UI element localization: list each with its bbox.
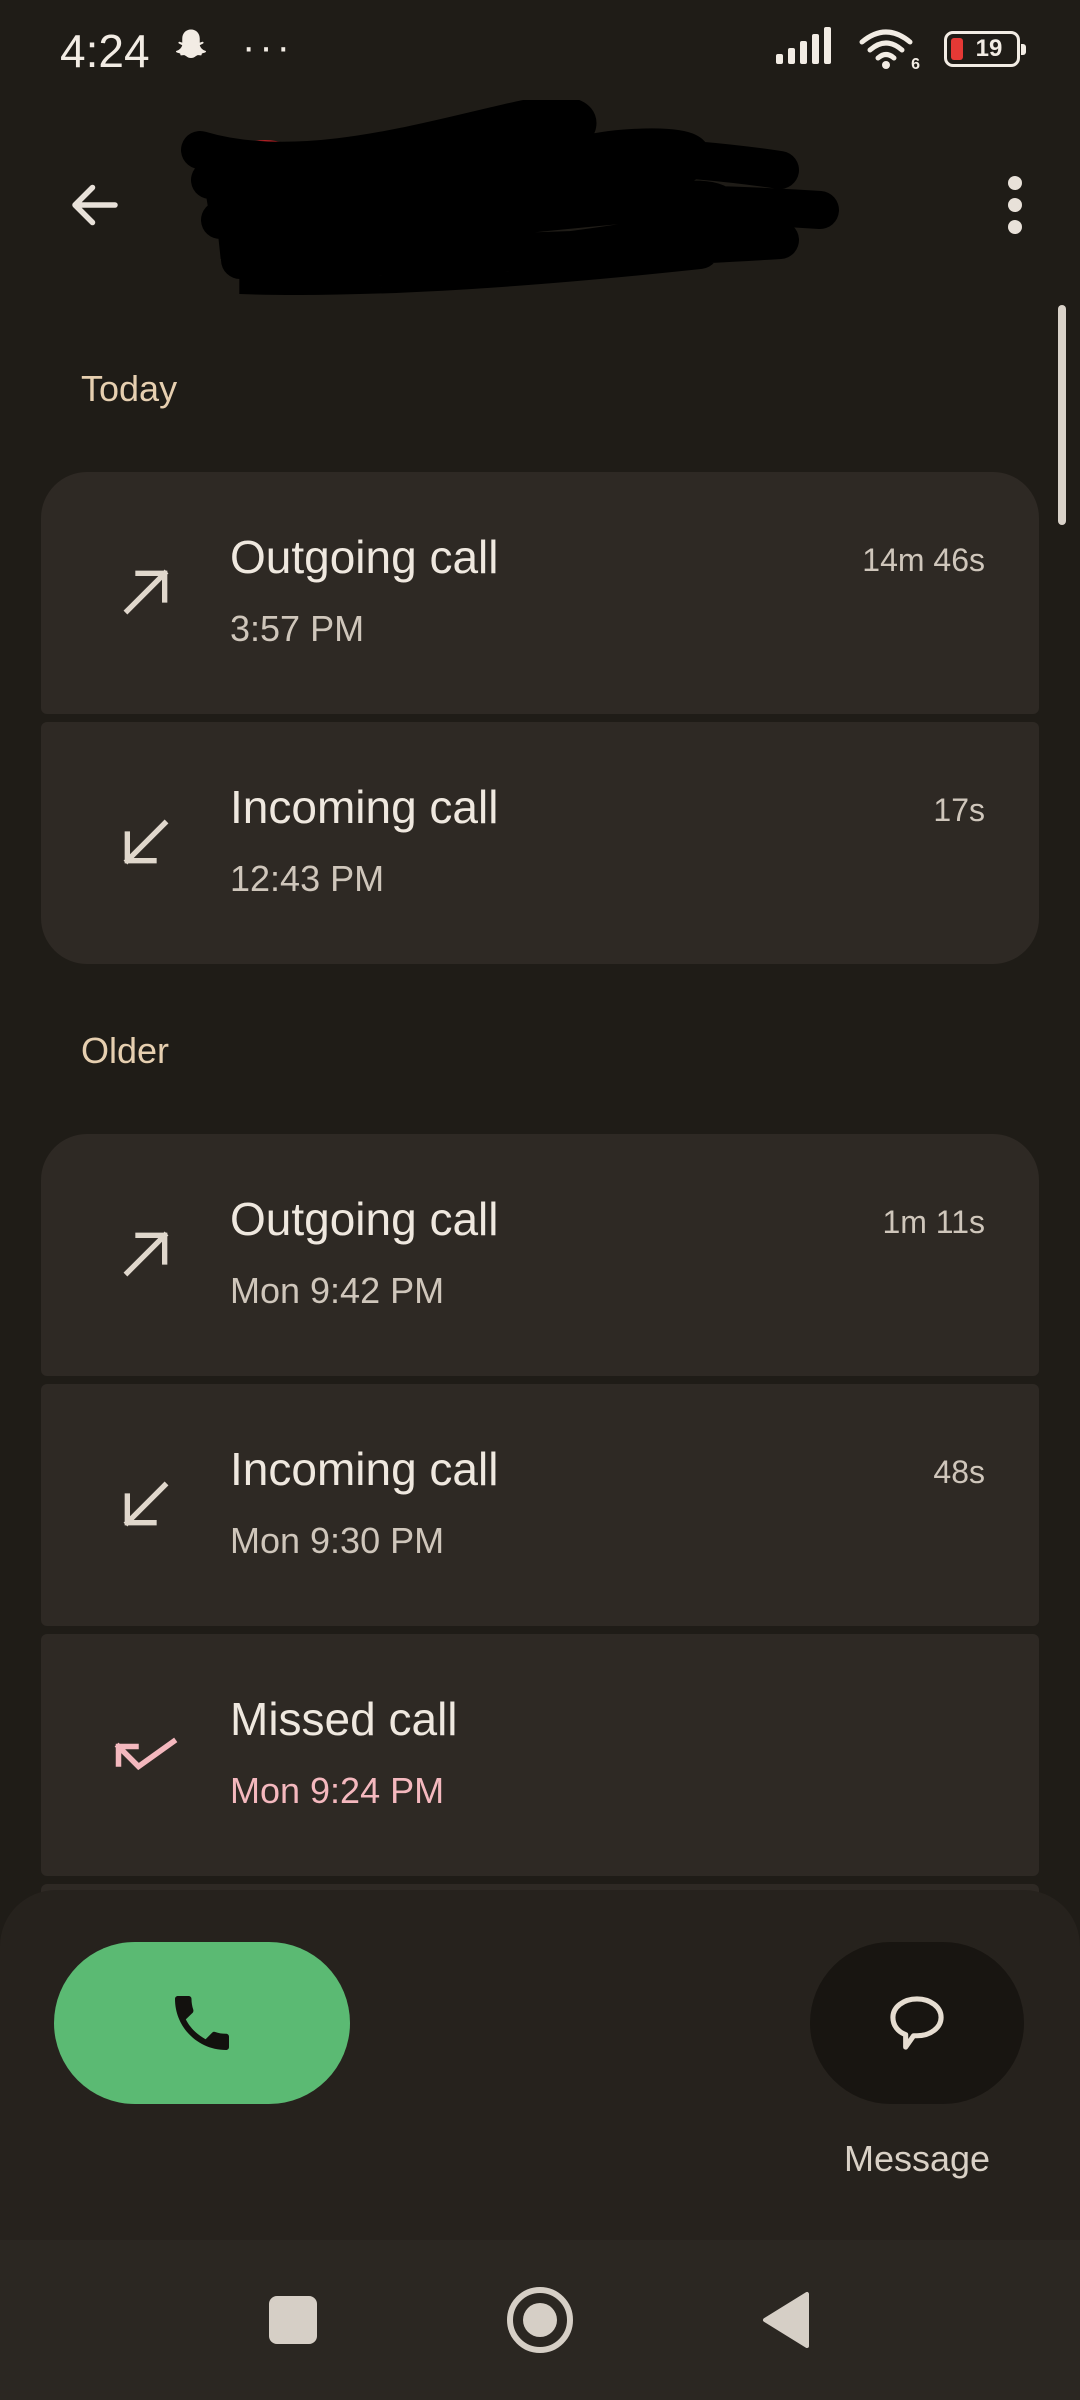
nav-home-button[interactable] [490, 2280, 590, 2360]
navigation-bar [0, 2240, 1080, 2400]
status-right-icons: 6 19 [774, 26, 1026, 73]
outgoing-call-icon [101, 547, 191, 637]
wifi-badge: 6 [911, 55, 920, 73]
nav-back-button[interactable] [736, 2280, 836, 2360]
message-label: Message [843, 2138, 991, 2179]
call-row[interactable]: Incoming call 12:43 PM 17s [41, 722, 1039, 964]
chat-bubble-icon [890, 1996, 944, 2050]
more-vert-icon [1008, 176, 1022, 234]
call-duration: 17s [933, 792, 985, 828]
home-circle-icon [507, 2287, 573, 2353]
incoming-call-icon [101, 797, 191, 887]
call-row[interactable]: Missed call Mon 9:24 PM [41, 1634, 1039, 1876]
snapchat-icon [170, 26, 212, 68]
section-label-today: Today [81, 368, 178, 409]
call-row[interactable]: Outgoing call Mon 9:42 PM 1m 11s [41, 1134, 1039, 1376]
section-label-older: Older [81, 1030, 170, 1071]
battery-tip [1021, 43, 1026, 55]
call-type: Missed call [230, 1693, 458, 1745]
status-overflow-dots: ··· [242, 25, 294, 69]
message-button[interactable] [810, 1942, 1024, 2104]
incoming-call-icon [101, 1459, 191, 1549]
call-type: Incoming call [230, 781, 499, 833]
call-time: Mon 9:30 PM [230, 1520, 445, 1561]
battery-fill [951, 37, 963, 60]
call-button[interactable] [54, 1942, 350, 2104]
call-type: Outgoing call [230, 1193, 499, 1245]
call-time: Mon 9:42 PM [230, 1270, 445, 1311]
arrow-back-icon [72, 184, 118, 226]
call-time: Mon 9:24 PM [230, 1770, 445, 1811]
scrollbar[interactable] [1058, 305, 1066, 525]
nav-recents-button[interactable] [243, 2280, 343, 2360]
call-type: Outgoing call [230, 531, 499, 583]
call-row[interactable]: Outgoing call 3:57 PM 14m 46s [41, 472, 1039, 714]
more-options-button[interactable] [970, 160, 1060, 250]
phone-icon [175, 1996, 229, 2050]
missed-call-icon [101, 1709, 191, 1799]
outgoing-call-icon [101, 1209, 191, 1299]
back-button[interactable] [50, 160, 140, 250]
call-time: 12:43 PM [230, 858, 385, 899]
battery-icon: 19 [944, 30, 1026, 67]
status-left-icons: ··· [170, 26, 294, 68]
call-duration: 14m 46s [862, 542, 985, 578]
recents-square-icon [269, 2296, 317, 2344]
battery-level: 19 [975, 34, 1003, 62]
call-type: Incoming call [230, 1443, 499, 1495]
contact-header-redacted [180, 96, 840, 300]
back-triangle-icon [763, 2292, 809, 2348]
status-time: 4:24 [60, 25, 150, 77]
signal-icon [774, 26, 834, 71]
call-duration: 48s [933, 1454, 985, 1490]
call-row[interactable]: Incoming call Mon 9:30 PM 48s [41, 1384, 1039, 1626]
call-time: 3:57 PM [230, 608, 365, 649]
wifi-icon: 6 [858, 28, 920, 73]
call-duration: 1m 11s [882, 1204, 985, 1240]
